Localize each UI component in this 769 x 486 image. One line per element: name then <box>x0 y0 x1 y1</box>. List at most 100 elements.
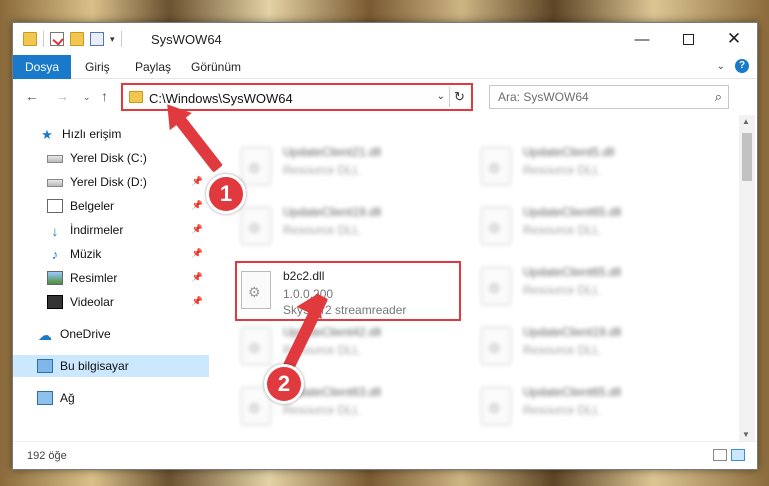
folder-icon <box>129 91 143 103</box>
status-bar: 192 öğe <box>13 441 757 469</box>
pin-icon[interactable]: 📌 <box>192 224 203 235</box>
sidebar-item-local-disk-c[interactable]: Yerel Disk (C:) <box>13 147 209 169</box>
step-badge-1: 1 <box>206 174 246 214</box>
file-description: Resource DLL <box>283 223 360 237</box>
close-button[interactable]: ✕ <box>711 23 757 55</box>
file-description: Resource DLL <box>523 163 600 177</box>
pin-icon[interactable]: 📌 <box>192 272 203 283</box>
customize-chevron-icon[interactable]: ▾ <box>110 34 115 45</box>
drive-icon <box>47 155 63 163</box>
highlighted-file-b2c2[interactable]: b2c2.dll 1.0.0.200 SkyStar2 streamreader <box>235 261 461 321</box>
dll-file-icon <box>241 147 271 185</box>
dll-file-icon <box>481 267 511 305</box>
list-item[interactable]: UpdateClient21.dll Resource DLL <box>237 139 457 193</box>
file-name: UpdateClient65.dll <box>523 205 622 219</box>
dll-file-icon <box>241 207 271 245</box>
file-name: UpdateClient5.dll <box>523 145 615 159</box>
tab-share[interactable]: Paylaş <box>123 55 183 79</box>
step-badge-2: 2 <box>264 364 304 404</box>
file-description: Resource DLL <box>523 283 600 297</box>
scroll-up-icon[interactable]: ▲ <box>742 117 750 126</box>
list-item[interactable]: UpdateClient5.dll Resource DLL <box>477 139 697 193</box>
sidebar-item-label: Resimler <box>70 271 118 285</box>
folder-icon[interactable] <box>23 32 37 46</box>
large-icons-view-icon[interactable] <box>731 449 745 461</box>
list-item[interactable]: UpdateClient65.dll Resource DLL <box>477 199 697 253</box>
search-input[interactable]: Ara: SysWOW64 ⌕ <box>489 85 729 109</box>
details-view-icon[interactable] <box>713 449 727 461</box>
file-name: b2c2.dll <box>283 269 325 283</box>
file-description: Resource DLL <box>523 343 600 357</box>
sidebar-item-downloads[interactable]: ↓ İndirmeler 📌 <box>13 219 209 241</box>
file-name: UpdateClient19.dll <box>523 325 622 339</box>
file-description: Resource DLL <box>523 223 600 237</box>
onedrive-icon: ☁ <box>38 327 52 343</box>
sidebar-item-label: Ağ <box>60 391 75 405</box>
dll-file-icon <box>481 387 511 425</box>
pin-icon[interactable]: 📌 <box>192 176 203 187</box>
sidebar-item-network[interactable]: Ağ <box>13 387 209 409</box>
dll-file-icon <box>241 271 271 309</box>
scroll-down-icon[interactable]: ▼ <box>742 430 750 439</box>
pin-icon[interactable]: 📌 <box>192 248 203 259</box>
recent-locations-chevron-icon[interactable]: ⌄ <box>83 92 91 103</box>
maximize-button[interactable] <box>665 23 711 55</box>
ribbon-tabs: Dosya Giriş Paylaş Görünüm ⌄ ? <box>13 55 757 79</box>
file-description: Resource DLL <box>283 163 360 177</box>
refresh-icon[interactable]: ↻ <box>449 87 469 107</box>
pin-icon[interactable]: 📌 <box>192 200 203 211</box>
window-title: SysWOW64 <box>151 32 222 47</box>
sidebar-item-label: Hızlı erişim <box>62 127 122 141</box>
tab-view[interactable]: Görünüm <box>179 55 253 79</box>
sidebar-item-local-disk-d[interactable]: Yerel Disk (D:) 📌 <box>13 171 209 193</box>
vertical-scrollbar[interactable]: ▲ ▼ <box>739 115 755 441</box>
tab-file[interactable]: Dosya <box>13 55 71 79</box>
help-icon[interactable]: ? <box>735 59 749 73</box>
dll-file-icon <box>481 147 511 185</box>
list-item[interactable]: UpdateClient65.dll Resource DLL <box>477 259 697 313</box>
list-item[interactable]: UpdateClient19.dll Resource DLL <box>477 319 697 373</box>
list-item[interactable]: UpdateClient42.dll Resource DLL <box>237 319 457 373</box>
new-folder-icon[interactable] <box>70 32 84 46</box>
address-dropdown-chevron-icon[interactable]: ⌄ <box>437 91 445 102</box>
list-item[interactable]: UpdateClient65.dll Resource DLL <box>477 379 697 433</box>
file-description: Resource DLL <box>523 403 600 417</box>
sidebar-item-music[interactable]: ♪ Müzik 📌 <box>13 243 209 265</box>
title-bar: ▾ SysWOW64 — ✕ <box>13 23 757 55</box>
file-name: UpdateClient19.dll <box>283 205 382 219</box>
sidebar-item-this-pc[interactable]: Bu bilgisayar <box>13 355 209 377</box>
sidebar-item-label: İndirmeler <box>70 223 124 237</box>
file-name: UpdateClient65.dll <box>523 265 622 279</box>
sidebar-item-videos[interactable]: Videolar 📌 <box>13 291 209 313</box>
sidebar-item-label: Videolar <box>70 295 114 309</box>
sidebar-item-documents[interactable]: Belgeler 📌 <box>13 195 209 217</box>
scrollbar-thumb[interactable] <box>742 133 752 181</box>
sidebar-item-onedrive[interactable]: ☁ OneDrive <box>13 323 209 345</box>
navigation-pane: ★ Hızlı erişim Yerel Disk (C:) Yerel Dis… <box>13 115 209 441</box>
back-arrow-icon[interactable]: ← <box>25 88 39 104</box>
separator <box>43 31 44 47</box>
search-icon[interactable]: ⌕ <box>715 89 722 105</box>
list-item[interactable]: UpdateClient19.dll Resource DLL <box>237 199 457 253</box>
forward-arrow-icon[interactable]: → <box>55 88 69 104</box>
pin-icon[interactable]: 📌 <box>192 296 203 307</box>
expand-ribbon-chevron-icon[interactable]: ⌄ <box>717 61 725 72</box>
sidebar-item-label: Müzik <box>70 247 102 261</box>
this-pc-icon <box>37 359 53 373</box>
star-icon: ★ <box>41 127 53 142</box>
file-name: UpdateClient21.dll <box>283 145 382 159</box>
up-arrow-icon[interactable]: ↑ <box>101 88 108 104</box>
tab-home[interactable]: Giriş <box>73 55 122 79</box>
dll-file-icon <box>241 327 271 365</box>
maximize-icon <box>682 33 694 45</box>
documents-icon <box>47 199 63 213</box>
separator <box>120 31 122 47</box>
properties-icon[interactable] <box>50 32 64 46</box>
navigation-bar: ← → ⌄ ↑ C:\Windows\SysWOW64 ⌄ ↻ Ara: Sys… <box>13 79 757 115</box>
sidebar-item-pictures[interactable]: Resimler 📌 <box>13 267 209 289</box>
dll-file-icon <box>481 207 511 245</box>
minimize-button[interactable]: — <box>619 23 665 55</box>
search-placeholder: Ara: SysWOW64 <box>498 90 589 104</box>
view-icon[interactable] <box>90 32 104 46</box>
pictures-icon <box>47 271 63 285</box>
